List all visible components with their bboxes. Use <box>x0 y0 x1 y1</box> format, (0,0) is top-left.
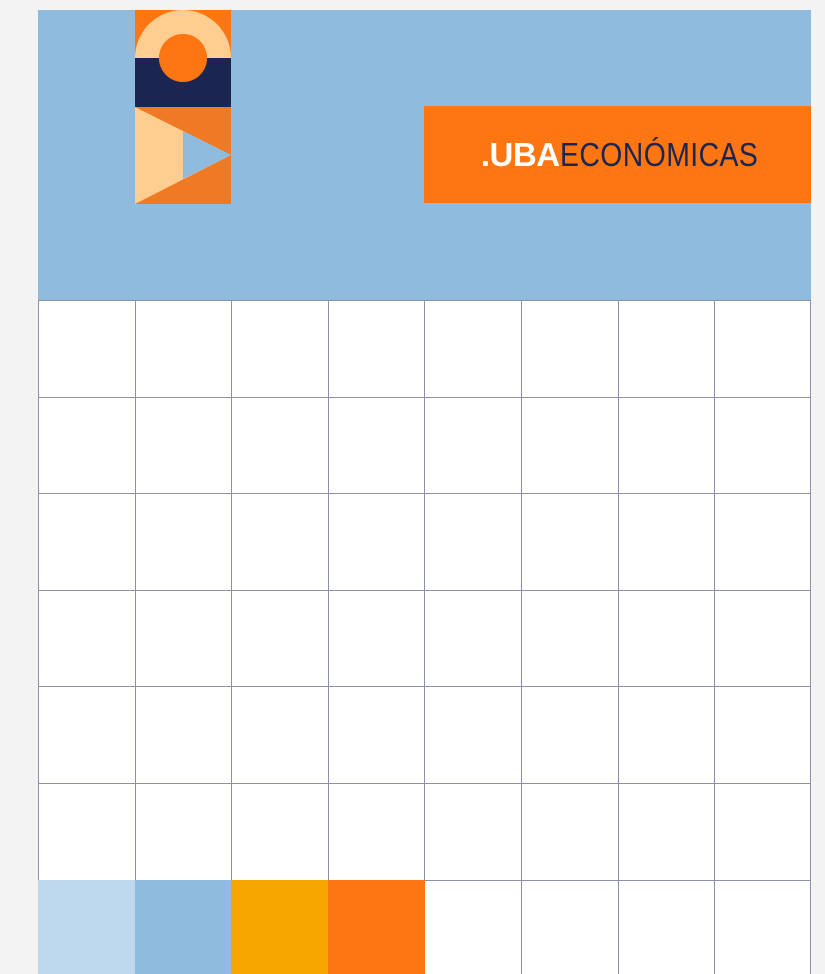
swatch-amber <box>231 880 328 974</box>
cover-page: .UBA ECONÓMICAS <box>38 10 811 974</box>
brand-uba-text: .UBA <box>480 135 560 173</box>
uba-logo-icon <box>135 10 231 204</box>
brand-banner: .UBA ECONÓMICAS <box>424 106 811 203</box>
brand-economicas-text: ECONÓMICAS <box>559 135 758 173</box>
grid-pattern <box>38 300 811 974</box>
swatch-blue <box>135 880 232 974</box>
swatch-light-blue <box>38 880 135 974</box>
swatch-orange <box>328 880 425 974</box>
